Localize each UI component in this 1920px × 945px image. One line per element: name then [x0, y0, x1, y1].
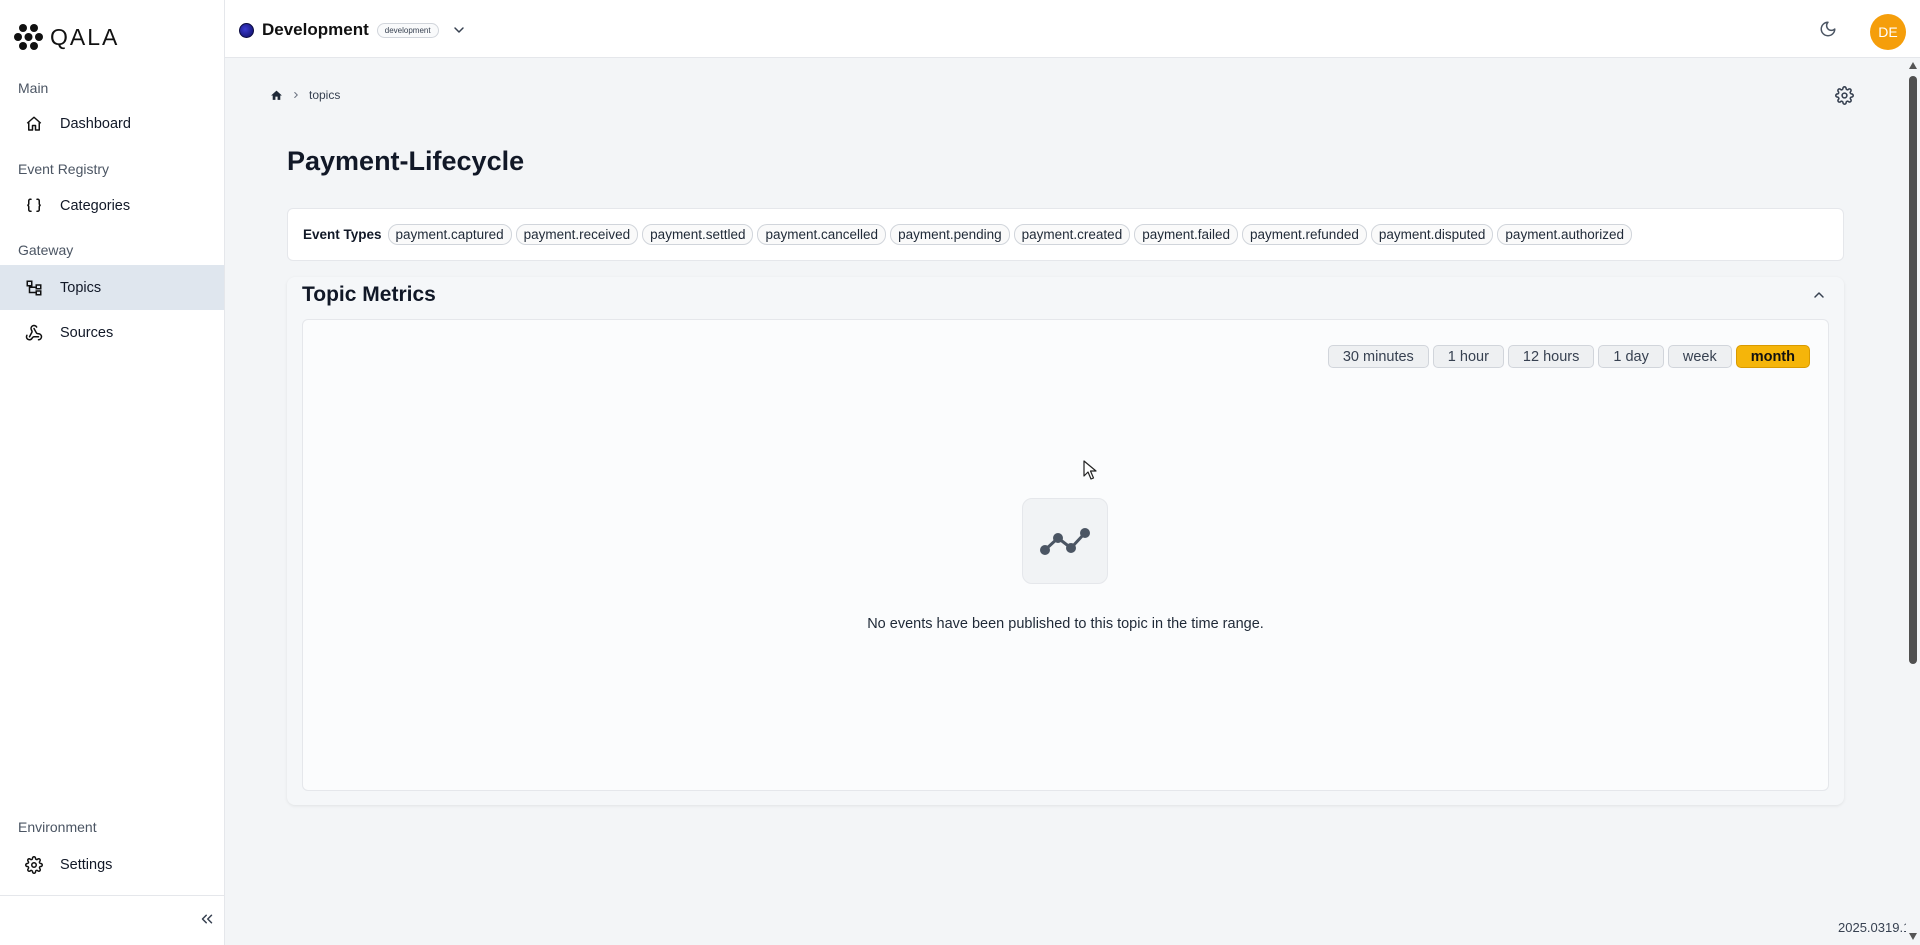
scroll-down-arrow-icon[interactable] [1909, 933, 1917, 940]
environment-globe-icon [239, 22, 254, 38]
sidebar-divider [0, 895, 224, 896]
sidebar-item-settings[interactable]: Settings [0, 842, 224, 887]
event-type-chip[interactable]: payment.failed [1134, 224, 1239, 245]
brand-name: QALA [50, 23, 120, 50]
moon-icon [1820, 21, 1836, 37]
breadcrumb-current[interactable]: topics [309, 88, 340, 102]
metrics-chart-panel: 30 minutes 1 hour 12 hours 1 day week mo… [302, 319, 1829, 791]
theme-toggle-button[interactable] [1819, 20, 1839, 40]
nav-section-environment: Environment [18, 819, 97, 835]
event-types-bar: Event Types payment.captured payment.rec… [287, 208, 1844, 261]
sidebar-item-dashboard[interactable]: Dashboard [0, 101, 224, 146]
event-type-chip[interactable]: payment.refunded [1242, 224, 1367, 245]
empty-state-message: No events have been published to this to… [867, 616, 1264, 632]
range-12-hours-button[interactable]: 12 hours [1507, 345, 1595, 368]
sidebar-item-topics[interactable]: Topics [0, 265, 224, 310]
time-range-selector: 30 minutes 1 hour 12 hours 1 day week mo… [1327, 345, 1810, 368]
topic-metrics-card: Topic Metrics 30 minutes 1 hour 12 hours… [287, 277, 1844, 805]
sidebar: QALA Main Dashboard Event Registry Categ… [0, 0, 225, 945]
environment-name: Development [262, 20, 369, 39]
sidebar-item-categories[interactable]: Categories [0, 183, 224, 228]
breadcrumb: topics [270, 88, 340, 102]
sidebar-item-label: Sources [60, 324, 114, 341]
range-month-button[interactable]: month [1735, 345, 1810, 368]
collapse-sidebar-button[interactable] [198, 910, 218, 930]
chevron-right-icon [294, 91, 298, 99]
top-header: Development development DE [225, 0, 1920, 58]
braces-icon [24, 196, 44, 216]
event-type-chip[interactable]: payment.received [515, 224, 639, 245]
event-type-chip[interactable]: payment.disputed [1370, 224, 1494, 245]
nav-section-gateway: Gateway [18, 242, 74, 258]
range-1-day-button[interactable]: 1 day [1598, 345, 1664, 368]
home-icon [271, 90, 282, 100]
event-type-chip[interactable]: payment.authorized [1497, 224, 1632, 245]
nav-section-main: Main [18, 80, 49, 96]
mouse-cursor-icon [1083, 460, 1097, 480]
avatar[interactable]: DE [1870, 14, 1906, 50]
sidebar-item-label: Settings [60, 856, 113, 873]
event-type-chip[interactable]: payment.created [1013, 224, 1131, 245]
qala-logo[interactable]: QALA [14, 22, 119, 52]
app-version: 2025.0319.1 [1838, 920, 1911, 935]
event-type-chip[interactable]: payment.captured [387, 224, 512, 245]
topics-icon [24, 278, 44, 298]
home-icon [24, 114, 44, 134]
topic-settings-button[interactable] [1835, 86, 1855, 106]
qala-logo-icon [14, 24, 43, 50]
environment-switcher[interactable]: Development development [239, 20, 467, 40]
metrics-collapse-button[interactable] [1811, 287, 1829, 305]
scroll-up-arrow-icon[interactable] [1909, 62, 1917, 69]
sidebar-item-label: Categories [60, 197, 131, 214]
double-chevron-left-icon [201, 914, 213, 924]
page-scrollbar[interactable] [1906, 58, 1920, 945]
event-type-chip[interactable]: payment.settled [642, 224, 754, 245]
sidebar-item-label: Dashboard [60, 115, 131, 132]
gear-icon [24, 855, 44, 875]
chevron-up-icon [1814, 292, 1824, 298]
empty-state-icon-box [1022, 498, 1108, 584]
event-type-chip[interactable]: payment.pending [890, 224, 1010, 245]
range-week-button[interactable]: week [1667, 345, 1732, 368]
sidebar-item-label: Topics [60, 279, 102, 296]
range-1-hour-button[interactable]: 1 hour [1432, 345, 1504, 368]
breadcrumb-home-link[interactable] [270, 89, 283, 102]
page-title: Payment-Lifecycle [287, 146, 525, 176]
range-30-minutes-button[interactable]: 30 minutes [1327, 345, 1429, 368]
environment-badge: development [376, 22, 439, 38]
topic-metrics-title: Topic Metrics [302, 283, 436, 306]
line-chart-icon [1040, 528, 1090, 555]
webhook-icon [24, 323, 44, 343]
scroll-thumb[interactable] [1909, 76, 1917, 664]
sidebar-item-sources[interactable]: Sources [0, 310, 224, 355]
nav-section-event-registry: Event Registry [18, 161, 110, 177]
event-type-chip[interactable]: payment.cancelled [757, 224, 887, 245]
gear-icon [1835, 86, 1854, 105]
chevron-down-icon [453, 27, 464, 33]
event-types-label: Event Types [303, 227, 382, 242]
